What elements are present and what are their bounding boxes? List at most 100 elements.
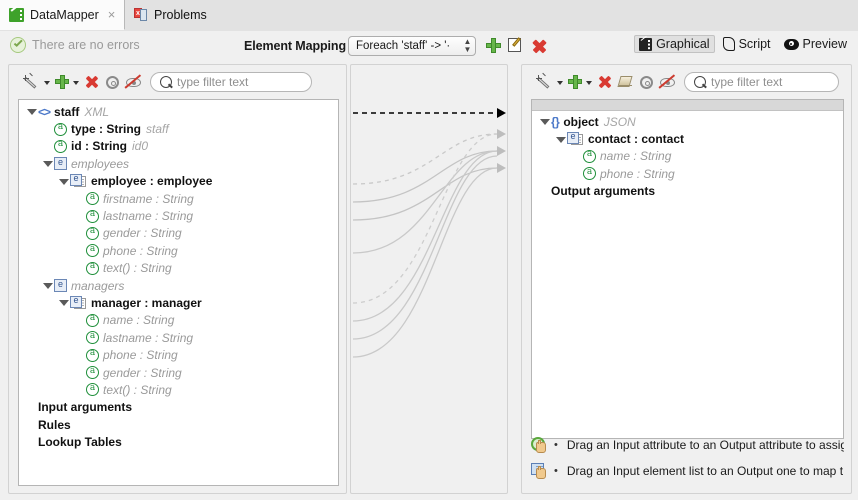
eraser-icon[interactable] bbox=[615, 71, 636, 93]
tree-indent bbox=[73, 208, 86, 225]
tree-indent bbox=[570, 148, 583, 165]
mapping-link-arrow bbox=[497, 108, 506, 118]
expand-chevron-icon[interactable] bbox=[538, 113, 551, 130]
tree-indent bbox=[73, 312, 86, 329]
input-add-button[interactable] bbox=[52, 71, 72, 93]
tree-row[interactable]: lastname : String bbox=[19, 329, 338, 346]
wand-dropdown-chevron-down-icon[interactable] bbox=[43, 71, 52, 93]
attribute-icon bbox=[54, 123, 67, 136]
input-delete-button[interactable] bbox=[81, 71, 102, 93]
attribute-icon bbox=[86, 349, 99, 362]
magic-wand-icon[interactable] bbox=[21, 71, 43, 93]
magic-wand-icon[interactable] bbox=[534, 71, 556, 93]
tree-indent bbox=[73, 381, 86, 398]
tab-problems[interactable]: Problems bbox=[125, 0, 216, 30]
tree-row-label: phone : String bbox=[103, 348, 178, 362]
element-mapping-select[interactable]: Foreach 'staff' -> '· ▲▼ bbox=[348, 36, 476, 56]
tree-row[interactable]: phone : String bbox=[532, 165, 843, 182]
tree-row[interactable]: text() : String bbox=[19, 260, 338, 277]
tree-row[interactable]: phone : String bbox=[19, 346, 338, 363]
tree-row[interactable]: type : Stringstaff bbox=[19, 120, 338, 137]
tree-row[interactable]: manager : manager bbox=[19, 294, 338, 311]
expand-chevron-icon[interactable] bbox=[57, 173, 70, 190]
output-tree[interactable]: {}objectJSONcontact : contactname : Stri… bbox=[531, 99, 844, 439]
tree-row[interactable]: employee : employee bbox=[19, 173, 338, 190]
tree-row[interactable]: phone : String bbox=[19, 242, 338, 259]
graphical-icon bbox=[639, 38, 652, 51]
input-panel-toolbar: type filter text bbox=[10, 66, 345, 98]
preview-icon bbox=[784, 39, 799, 50]
view-graphical-button[interactable]: Graphical bbox=[634, 35, 715, 53]
add-dropdown-chevron-down-icon[interactable] bbox=[72, 71, 81, 93]
tree-row[interactable]: {}objectJSON bbox=[532, 113, 843, 130]
tree-row-label: gender : String bbox=[103, 226, 182, 240]
gear-icon[interactable] bbox=[102, 71, 123, 93]
output-add-button[interactable] bbox=[565, 71, 585, 93]
edit-mapping-button[interactable] bbox=[507, 36, 526, 55]
mapping-link[interactable] bbox=[353, 134, 497, 184]
tree-row[interactable]: Input arguments bbox=[19, 399, 338, 416]
tree-row[interactable]: lastname : String bbox=[19, 207, 338, 224]
tab-problems-label: Problems bbox=[154, 8, 207, 22]
tree-row-label: managers bbox=[71, 279, 124, 293]
tree-row[interactable]: Lookup Tables bbox=[19, 433, 338, 450]
expand-chevron-icon[interactable] bbox=[41, 277, 54, 294]
tree-indent bbox=[25, 416, 38, 433]
tree-row[interactable]: firstname : String bbox=[19, 190, 338, 207]
tree-row[interactable]: Output arguments bbox=[532, 183, 843, 200]
tree-indent bbox=[73, 260, 86, 277]
tree-row[interactable]: contact : contact bbox=[532, 130, 843, 147]
tree-indent bbox=[570, 165, 583, 182]
tree-row[interactable]: gender : String bbox=[19, 225, 338, 242]
gear-icon[interactable] bbox=[636, 71, 657, 93]
add-mapping-button[interactable] bbox=[484, 36, 503, 55]
view-preview-button[interactable]: Preview bbox=[779, 35, 852, 53]
view-script-label: Script bbox=[739, 37, 771, 51]
output-panel: type filter text {}objectJSONcontact : c… bbox=[521, 64, 852, 494]
output-filter-input[interactable]: type filter text bbox=[684, 72, 839, 92]
mapping-connector-canvas[interactable] bbox=[350, 64, 508, 494]
mapping-link[interactable] bbox=[353, 168, 497, 220]
datamapper-icon bbox=[9, 8, 24, 22]
view-graphical-label: Graphical bbox=[656, 37, 710, 51]
tree-indent bbox=[73, 190, 86, 207]
expand-chevron-icon[interactable] bbox=[41, 155, 54, 172]
expand-chevron-icon[interactable] bbox=[57, 294, 70, 311]
tree-row[interactable]: name : String bbox=[19, 312, 338, 329]
tree-row[interactable]: <>staffXML bbox=[19, 103, 338, 120]
hide-icon[interactable] bbox=[657, 71, 680, 93]
delete-mapping-button[interactable] bbox=[530, 36, 549, 55]
status-area: There are no errors bbox=[10, 37, 140, 53]
input-tree[interactable]: <>staffXMLtype : Stringstaffid : Stringi… bbox=[18, 99, 339, 486]
input-filter-input[interactable]: type filter text bbox=[150, 72, 312, 92]
wand-dropdown-chevron-down-icon[interactable] bbox=[556, 71, 565, 93]
tree-row-label: text() : String bbox=[103, 383, 172, 397]
add-dropdown-chevron-down-icon[interactable] bbox=[585, 71, 594, 93]
mapping-link-arrow bbox=[497, 129, 506, 139]
element-icon bbox=[54, 279, 67, 292]
expand-chevron-icon[interactable] bbox=[554, 131, 567, 148]
close-icon[interactable]: × bbox=[108, 8, 116, 21]
tree-row[interactable]: text() : String bbox=[19, 381, 338, 398]
attribute-icon bbox=[86, 192, 99, 205]
drag-hints: •Drag an Input attribute to an Output at… bbox=[531, 432, 844, 484]
input-filter-placeholder: type filter text bbox=[177, 75, 248, 89]
output-delete-button[interactable] bbox=[594, 71, 615, 93]
tree-row[interactable]: employees bbox=[19, 155, 338, 172]
mapping-header-toolbar: There are no errors Element Mapping Fore… bbox=[0, 31, 858, 62]
drag-hint: •Drag an Input element list to an Output… bbox=[531, 458, 844, 484]
mapping-link[interactable] bbox=[353, 168, 497, 357]
hide-icon[interactable] bbox=[123, 71, 146, 93]
view-script-button[interactable]: Script bbox=[718, 35, 776, 53]
tree-row[interactable]: gender : String bbox=[19, 364, 338, 381]
status-text: There are no errors bbox=[32, 38, 140, 52]
tree-row[interactable]: id : Stringid0 bbox=[19, 138, 338, 155]
tab-datamapper[interactable]: DataMapper × bbox=[0, 0, 125, 30]
mapping-link[interactable] bbox=[353, 151, 497, 321]
tree-row[interactable]: Rules bbox=[19, 416, 338, 433]
tree-row[interactable]: managers bbox=[19, 277, 338, 294]
mapping-link[interactable] bbox=[353, 151, 497, 202]
mapping-link[interactable] bbox=[353, 156, 497, 339]
tree-row[interactable]: name : String bbox=[532, 148, 843, 165]
expand-chevron-icon[interactable] bbox=[25, 103, 38, 120]
